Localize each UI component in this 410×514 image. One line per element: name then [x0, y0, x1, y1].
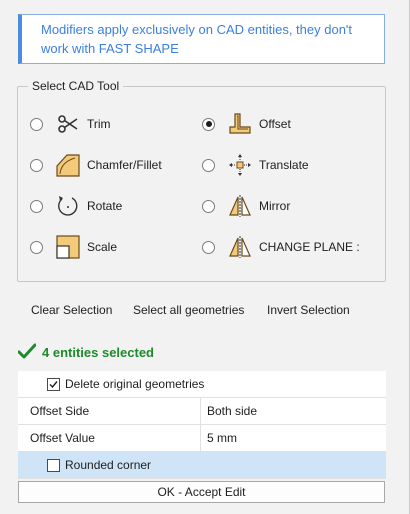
select-all-geometries-button[interactable]: Select all geometries — [133, 303, 244, 317]
tool-label: Translate — [259, 158, 309, 172]
tool-change-plane[interactable]: CHANGE PLANE : — [202, 232, 360, 262]
rotate-icon — [55, 193, 81, 219]
selection-count-text: 4 entities selected — [42, 344, 154, 360]
tool-trim[interactable]: Trim — [30, 109, 111, 139]
ok-accept-edit-button[interactable]: OK - Accept Edit — [18, 481, 385, 503]
tool-label: CHANGE PLANE : — [259, 240, 360, 254]
invert-selection-button[interactable]: Invert Selection — [267, 303, 350, 317]
translate-icon — [227, 152, 253, 178]
rounded-corner-label: Rounded corner — [65, 458, 152, 472]
mirror-radio[interactable] — [202, 199, 215, 213]
selection-status: 4 entities selected — [17, 343, 154, 362]
clear-selection-button[interactable]: Clear Selection — [31, 303, 112, 317]
tool-rotate[interactable]: Rotate — [30, 191, 122, 221]
rotate-radio[interactable] — [30, 199, 43, 213]
tool-label: Mirror — [259, 199, 291, 213]
chamfer-fillet-icon — [55, 152, 81, 178]
tool-chamfer-fillet[interactable]: Chamfer/Fillet — [30, 150, 162, 180]
checkmark-icon — [17, 343, 37, 362]
offset-icon — [227, 111, 253, 137]
rounded-corner-checkbox[interactable] — [47, 458, 60, 472]
offset-value-field[interactable]: 5 mm — [201, 425, 237, 451]
tool-label: Trim — [87, 117, 111, 131]
offset-value-row: Offset Value 5 mm — [18, 425, 386, 452]
cad-modifier-panel: Modifiers apply exclusively on CAD entit… — [0, 0, 410, 514]
change-plane-icon — [227, 234, 253, 260]
offset-radio[interactable] — [202, 117, 215, 131]
tool-label: Rotate — [87, 199, 123, 213]
tool-mirror[interactable]: Mirror — [202, 191, 290, 221]
tool-label: Scale — [87, 240, 118, 254]
tool-label: Offset — [259, 117, 291, 131]
delete-original-label: Delete original geometries — [65, 377, 205, 391]
tool-label: Chamfer/Fillet — [87, 158, 162, 172]
tool-translate[interactable]: Translate — [202, 150, 309, 180]
selection-actions: Clear Selection Select all geometries In… — [18, 303, 388, 323]
properties-grid: Delete original geometries Offset Side B… — [18, 371, 386, 479]
rounded-corner-row[interactable]: Rounded corner — [18, 452, 386, 479]
delete-original-checkbox[interactable] — [47, 377, 60, 391]
tool-offset[interactable]: Offset — [202, 109, 291, 139]
trim-radio[interactable] — [30, 117, 43, 131]
scale-radio[interactable] — [30, 240, 43, 254]
offset-side-key: Offset Side — [18, 398, 201, 424]
chamfer-fillet-radio[interactable] — [30, 158, 43, 172]
offset-side-value[interactable]: Both side — [201, 398, 257, 424]
translate-radio[interactable] — [202, 158, 215, 172]
change-plane-radio[interactable] — [202, 240, 215, 254]
scissors-icon — [55, 111, 81, 137]
delete-original-row[interactable]: Delete original geometries — [18, 371, 386, 398]
offset-value-key: Offset Value — [18, 425, 201, 451]
group-title: Select CAD Tool — [28, 79, 124, 93]
info-message: Modifiers apply exclusively on CAD entit… — [18, 14, 385, 64]
select-cad-tool-group: Select CAD Tool Trim Offset Chamfer/Fill… — [17, 79, 386, 282]
tool-scale[interactable]: Scale — [30, 232, 117, 262]
offset-side-row: Offset Side Both side — [18, 398, 386, 425]
mirror-icon — [227, 193, 253, 219]
scale-icon — [55, 234, 81, 260]
